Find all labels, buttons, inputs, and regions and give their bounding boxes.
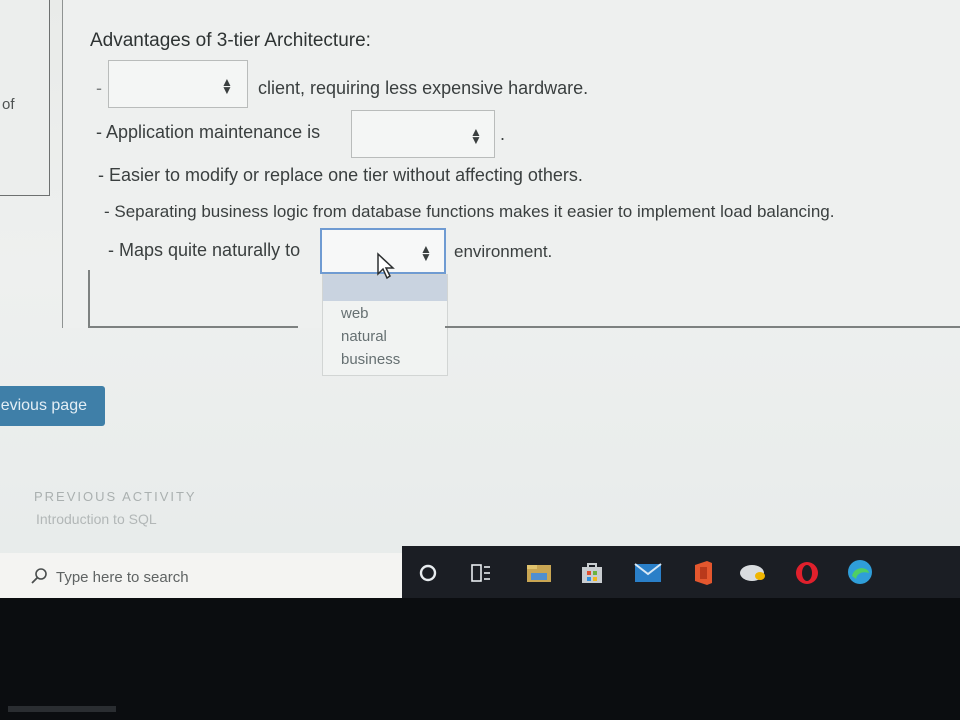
panel-rule bbox=[88, 270, 90, 328]
row-3-text: - Easier to modify or replace one tier w… bbox=[98, 165, 583, 185]
row-2-suffix: . bbox=[500, 124, 506, 144]
previous-activity-link[interactable]: Introduction to SQL bbox=[36, 511, 157, 527]
previous-page-button[interactable]: evious page bbox=[0, 386, 105, 426]
mail-icon[interactable] bbox=[634, 563, 662, 583]
store-icon[interactable] bbox=[580, 561, 604, 585]
taskbar-search-box[interactable]: Type here to search bbox=[0, 553, 402, 598]
left-card-fragment: of bbox=[2, 96, 15, 113]
taskbar bbox=[402, 546, 960, 598]
bezel-reflection bbox=[8, 706, 116, 712]
panel-rule bbox=[445, 326, 960, 328]
office-icon[interactable] bbox=[692, 560, 714, 586]
edge-icon[interactable] bbox=[846, 558, 874, 586]
mouse-cursor-icon bbox=[377, 252, 395, 280]
opera-icon[interactable] bbox=[794, 560, 820, 586]
row-5-prefix: - Maps quite naturally to bbox=[108, 240, 301, 260]
row-4-text: - Separating business logic from databas… bbox=[104, 202, 835, 221]
previous-page-label: evious page bbox=[0, 397, 87, 414]
select-arrows-icon: ▲ ▼ bbox=[420, 242, 432, 264]
app-icon[interactable] bbox=[738, 561, 768, 585]
file-explorer-icon[interactable] bbox=[526, 562, 552, 584]
question-heading: Advantages of 3-tier Architecture: bbox=[90, 30, 371, 51]
dropdown-option-natural[interactable]: natural bbox=[341, 328, 387, 345]
cortana-icon[interactable] bbox=[418, 563, 438, 583]
environment-dropdown: web natural business bbox=[322, 274, 448, 376]
select-maintenance[interactable]: ▲ ▼ bbox=[351, 110, 495, 158]
dropdown-option-web[interactable]: web bbox=[341, 305, 369, 322]
row-1-suffix: client, requiring less expensive hardwar… bbox=[258, 78, 589, 98]
select-arrows-icon: ▲ ▼ bbox=[470, 125, 482, 147]
task-view-icon[interactable] bbox=[470, 563, 492, 583]
taskbar-search-placeholder: Type here to search bbox=[56, 569, 189, 586]
panel-rule bbox=[90, 326, 298, 328]
dropdown-option-business[interactable]: business bbox=[341, 351, 400, 368]
row-2-prefix: - Application maintenance is bbox=[96, 122, 321, 142]
search-icon bbox=[31, 568, 47, 584]
select-client[interactable]: ▲ ▼ bbox=[108, 60, 248, 108]
previous-activity-label: PREVIOUS ACTIVITY bbox=[34, 489, 197, 504]
select-arrows-icon: ▲ ▼ bbox=[221, 75, 233, 97]
screen: of Advantages of 3-tier Architecture: - … bbox=[0, 0, 960, 598]
row-5-suffix: environment. bbox=[454, 242, 553, 261]
row-1-prefix: - bbox=[96, 78, 102, 98]
